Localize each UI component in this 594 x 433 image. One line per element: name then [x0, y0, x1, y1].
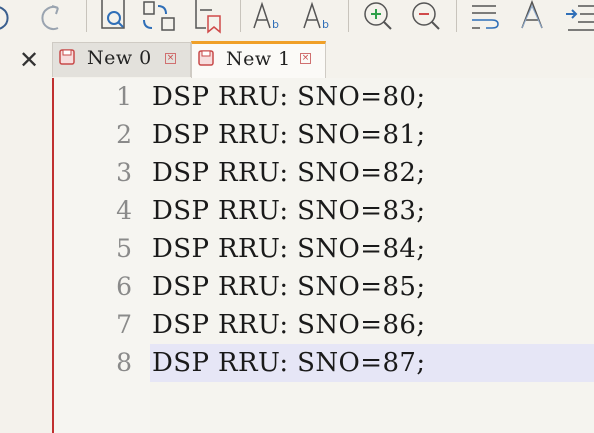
text-style-button[interactable]: b [298, 0, 336, 36]
line-text[interactable]: DSP RRU: SNO=82; [152, 154, 425, 192]
line-text[interactable]: DSP RRU: SNO=80; [152, 78, 425, 116]
document-saved-icon [59, 49, 77, 71]
tab-close-icon[interactable]: × [300, 53, 311, 64]
line-text[interactable]: DSP RRU: SNO=85; [152, 268, 425, 306]
bookmark-button[interactable] [190, 0, 228, 36]
find-button[interactable] [96, 0, 134, 36]
line-number: 3 [116, 158, 132, 187]
redo-button[interactable] [32, 0, 70, 36]
line-text[interactable]: DSP RRU: SNO=83; [152, 192, 425, 230]
tab-label: New 0 [87, 47, 152, 69]
line-number: 5 [116, 234, 132, 263]
svg-text:b: b [322, 18, 329, 31]
editor-line[interactable]: 1 DSP RRU: SNO=80; [0, 78, 594, 116]
toolbar: b b [0, 0, 594, 38]
close-all-button[interactable]: ✕ [14, 46, 44, 74]
zoom-out-icon [412, 2, 440, 30]
tab-close-icon[interactable]: × [165, 53, 176, 64]
tab-label: New 1 [226, 48, 291, 70]
editor-line[interactable]: 6 DSP RRU: SNO=85; [0, 268, 594, 306]
editor-line[interactable]: 5 DSP RRU: SNO=84; [0, 230, 594, 268]
line-number: 2 [116, 120, 132, 149]
redo-icon [41, 5, 59, 30]
line-text[interactable]: DSP RRU: SNO=87; [152, 344, 425, 382]
editor-line[interactable]: 2 DSP RRU: SNO=81; [0, 116, 594, 154]
text-style-icon: b [303, 1, 329, 31]
zoom-in-icon [364, 2, 392, 30]
tab-bar: ✕ New 0 × New 1 × [0, 38, 594, 78]
text-case-button[interactable]: b [248, 0, 286, 36]
text-case-icon: b [253, 1, 279, 31]
editor-line[interactable]: 4 DSP RRU: SNO=83; [0, 192, 594, 230]
line-number: 1 [116, 82, 132, 111]
find-icon [101, 0, 125, 29]
zoom-in-button[interactable] [358, 0, 396, 36]
undo-button[interactable] [0, 0, 20, 36]
line-number: 4 [116, 196, 132, 225]
line-text[interactable]: DSP RRU: SNO=84; [152, 230, 425, 268]
undo-icon [0, 6, 9, 30]
line-text[interactable]: DSP RRU: SNO=86; [152, 306, 425, 344]
line-number: 8 [116, 348, 132, 377]
line-number: 6 [116, 272, 132, 301]
font-icon [521, 0, 543, 29]
editor-line[interactable]: 3 DSP RRU: SNO=82; [0, 154, 594, 192]
tab-new-0[interactable]: New 0 × [52, 42, 191, 77]
document-saved-icon [198, 50, 216, 72]
indent-button[interactable] [562, 0, 594, 36]
word-wrap-icon [472, 5, 499, 29]
tab-new-1[interactable]: New 1 × [191, 41, 326, 78]
replace-icon [143, 1, 175, 31]
font-button[interactable] [514, 0, 552, 36]
zoom-out-button[interactable] [406, 0, 444, 36]
line-number: 7 [116, 310, 132, 339]
bookmark-icon [195, 0, 221, 34]
editor-line[interactable]: 7 DSP RRU: SNO=86; [0, 306, 594, 344]
editor-line-current[interactable]: 8 DSP RRU: SNO=87; [0, 344, 594, 382]
line-text[interactable]: DSP RRU: SNO=81; [152, 116, 425, 154]
editor[interactable]: 1 DSP RRU: SNO=80; 2 DSP RRU: SNO=81; 3 … [0, 78, 594, 433]
svg-text:b: b [272, 18, 279, 31]
indent-icon [566, 5, 594, 31]
replace-button[interactable] [140, 0, 178, 36]
word-wrap-button[interactable] [466, 0, 504, 36]
